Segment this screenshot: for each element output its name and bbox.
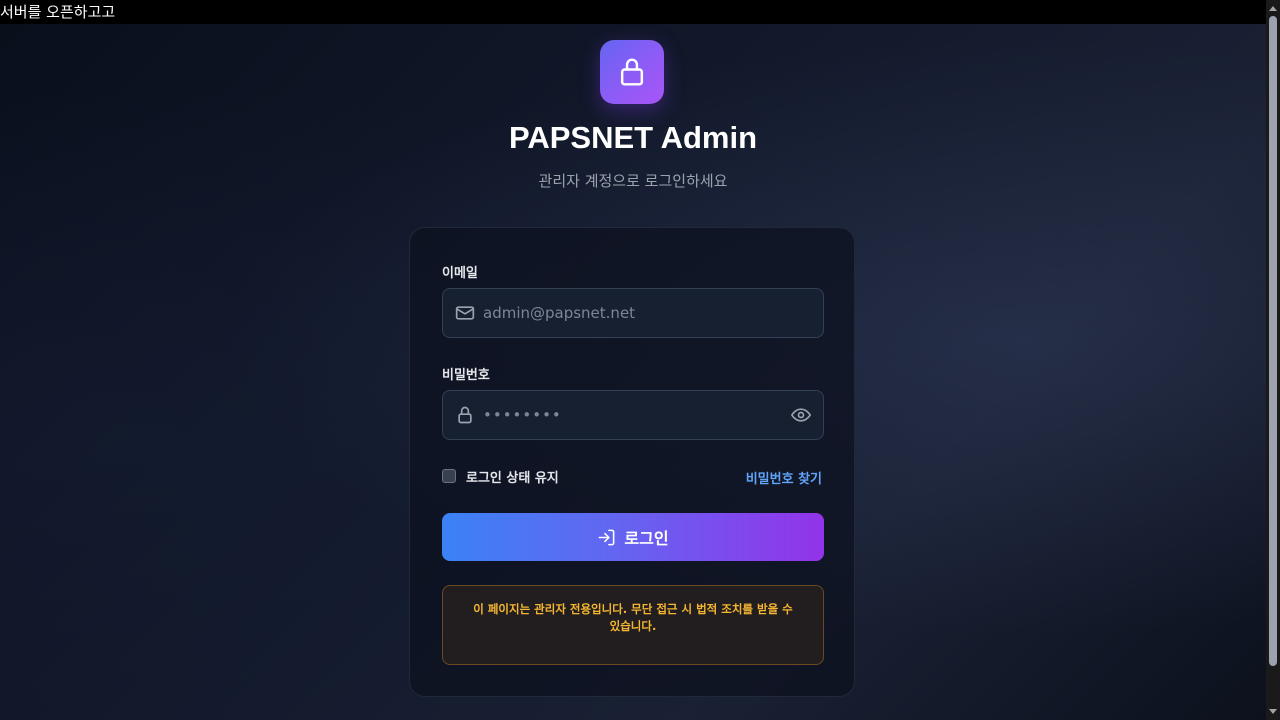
scroll-up-arrow-icon[interactable] <box>1269 6 1277 11</box>
password-input[interactable]: •••••••• <box>483 391 562 439</box>
window-title: 서버를 오픈하고고 <box>0 3 116 21</box>
page-subtitle: 관리자 계정으로 로그인하세요 <box>538 172 728 190</box>
login-button-label: 로그인 <box>624 529 669 548</box>
login-card: 이메일 비밀번호 •••••••• 로그인 상태 유지 비밀번호 찾기 <box>409 227 855 697</box>
password-label: 비밀번호 <box>442 368 490 383</box>
app-logo <box>600 40 664 104</box>
login-page: PAPSNET Admin 관리자 계정으로 로그인하세요 이메일 비밀번호 •… <box>0 24 1266 720</box>
email-label: 이메일 <box>442 266 478 281</box>
email-input[interactable] <box>483 289 783 337</box>
forgot-password-link[interactable]: 비밀번호 찾기 <box>746 468 822 487</box>
admin-warning-text: 이 페이지는 관리자 전용입니다. 무단 접근 시 법적 조치를 받을 수 있습… <box>473 602 793 633</box>
remember-me-checkbox[interactable] <box>442 469 456 483</box>
scroll-down-arrow-icon[interactable] <box>1269 709 1277 714</box>
remember-me[interactable]: 로그인 상태 유지 <box>442 466 559 486</box>
mail-icon <box>455 306 475 320</box>
page-title: PAPSNET Admin <box>508 120 757 155</box>
admin-warning-notice: 이 페이지는 관리자 전용입니다. 무단 접근 시 법적 조치를 받을 수 있습… <box>442 585 824 665</box>
login-arrow-icon <box>598 529 615 545</box>
login-button[interactable]: 로그인 <box>442 513 824 561</box>
scrollbar-thumb[interactable] <box>1269 16 1277 666</box>
scrollbar[interactable] <box>1266 0 1280 720</box>
password-field-wrapper: •••••••• <box>442 390 824 440</box>
eye-icon[interactable] <box>791 405 811 425</box>
remember-me-label[interactable]: 로그인 상태 유지 <box>466 467 559 486</box>
email-field-wrapper <box>442 288 824 338</box>
window-title-bar: 서버를 오픈하고고 <box>0 0 1266 24</box>
lock-icon <box>620 58 644 86</box>
lock-icon <box>458 406 472 424</box>
